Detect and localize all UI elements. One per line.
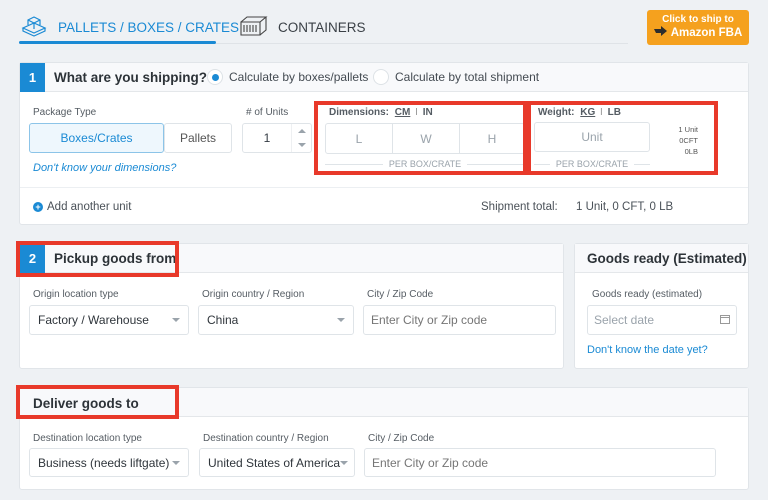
active-tab-indicator [19, 41, 216, 44]
package-type-pallets[interactable]: Pallets [164, 123, 232, 153]
decrement-icon[interactable] [297, 143, 306, 147]
dont-know-dimensions-link[interactable]: Don't know your dimensions? [33, 162, 176, 174]
pallet-boxes-icon [20, 15, 48, 40]
radio-button[interactable] [373, 69, 389, 85]
shipping-details-card: 1 What are you shipping? Calculate by bo… [19, 62, 749, 225]
dest-country-select[interactable]: United States of America [199, 448, 355, 477]
origin-type-label: Origin location type [33, 289, 119, 300]
units-label: # of Units [246, 107, 289, 118]
summary-cft: 0CFT [679, 136, 698, 145]
shipment-total-value: 1 Unit, 0 CFT, 0 LB [576, 201, 674, 213]
summary-lb: 0LB [684, 147, 698, 156]
ship-to-amazon-fba-button[interactable]: Click to ship to Amazon FBA [647, 10, 749, 45]
dest-city-input[interactable] [364, 448, 716, 477]
summary-units: 1 Unit [678, 125, 698, 134]
width-input[interactable]: W [392, 123, 460, 154]
dimensions-caption: PER BOX/CRATE [325, 159, 526, 169]
package-type-label: Package Type [33, 107, 97, 118]
height-input[interactable]: H [459, 123, 525, 154]
tab-pallets-boxes-crates[interactable]: PALLETS / BOXES / CRATES [20, 10, 239, 44]
origin-city-label: City / Zip Code [367, 289, 434, 300]
date-placeholder: Select date [594, 313, 655, 327]
chevron-down-icon [172, 318, 180, 322]
increment-icon[interactable] [297, 129, 306, 133]
unit-separator: I [415, 107, 418, 118]
origin-city-input[interactable] [363, 305, 556, 335]
arrow-icon [653, 26, 668, 39]
shipment-total-label: Shipment total: [481, 201, 558, 213]
unit-in-toggle[interactable]: IN [423, 107, 433, 118]
package-type-boxes-crates[interactable]: Boxes/Crates [29, 123, 164, 153]
pickup-card: 2 Pickup goods from Origin location type… [19, 243, 564, 369]
unit-separator: I [600, 107, 603, 118]
units-stepper[interactable] [291, 124, 311, 152]
weight-caption: PER BOX/CRATE [534, 159, 651, 169]
unit-cm-toggle[interactable]: CM [395, 107, 411, 118]
tab-label: CONTAINERS [278, 19, 366, 35]
section-title: What are you shipping? [54, 70, 208, 85]
goods-ready-date-input[interactable]: Select date [587, 305, 737, 335]
units-value: 1 [263, 131, 271, 145]
length-input[interactable]: L [325, 123, 393, 154]
chevron-down-icon [172, 460, 180, 465]
weight-label: Weight: KG I LB [538, 107, 621, 118]
unit-kg-toggle[interactable]: KG [580, 107, 595, 118]
chevron-down-icon [340, 460, 349, 465]
weight-label-text: Weight: [538, 107, 575, 118]
dest-type-select[interactable]: Business (needs liftgate) [29, 448, 189, 477]
weight-input[interactable]: Unit [534, 122, 650, 152]
goods-ready-title: Goods ready (Estimated) [587, 251, 747, 266]
step-number-1: 1 [20, 63, 45, 92]
dest-country-value: United States of America [208, 455, 341, 470]
dest-type-value: Business (needs liftgate) [38, 455, 170, 470]
origin-country-label: Origin country / Region [202, 289, 305, 300]
radio-calc-by-boxes[interactable]: Calculate by boxes/pallets [207, 69, 368, 85]
unit-lb-toggle[interactable]: LB [608, 107, 621, 118]
goods-ready-label: Goods ready (estimated) [592, 289, 703, 300]
tab-divider [216, 43, 628, 44]
calendar-icon[interactable] [720, 313, 730, 327]
dest-country-label: Destination country / Region [203, 433, 329, 444]
deliver-card: Deliver goods to Destination location ty… [19, 387, 749, 490]
radio-label: Calculate by boxes/pallets [229, 70, 369, 84]
plus-circle-icon: + [33, 202, 43, 212]
container-icon [238, 15, 268, 40]
tab-containers[interactable]: CONTAINERS [238, 10, 366, 44]
weight-summary: 1 Unit 0CFT 0LB [660, 124, 698, 157]
fba-button-line2: Amazon FBA [670, 26, 743, 39]
section-title: Pickup goods from [54, 251, 177, 266]
tab-label: PALLETS / BOXES / CRATES [58, 19, 240, 35]
row-divider [20, 187, 748, 188]
add-another-unit-link[interactable]: + Add another unit [33, 201, 131, 213]
radio-label: Calculate by total shipment [395, 70, 540, 84]
origin-country-select[interactable]: China [198, 305, 354, 335]
units-input[interactable]: 1 [242, 123, 312, 153]
radio-button[interactable] [207, 69, 223, 85]
chevron-down-icon [337, 318, 345, 322]
section-title: Deliver goods to [33, 396, 139, 411]
dest-type-label: Destination location type [33, 433, 142, 444]
step-number-2: 2 [20, 244, 45, 273]
goods-ready-card: Goods ready (Estimated) Goods ready (est… [574, 243, 749, 369]
dest-city-label: City / Zip Code [368, 433, 435, 444]
dimensions-label-text: Dimensions: [329, 107, 390, 118]
origin-country-value: China [207, 313, 239, 327]
origin-type-select[interactable]: Factory / Warehouse [29, 305, 189, 335]
dont-know-date-link[interactable]: Don't know the date yet? [587, 344, 708, 356]
origin-type-value: Factory / Warehouse [38, 313, 149, 327]
radio-selected-dot [211, 73, 219, 81]
dimensions-label: Dimensions: CM I IN [329, 107, 433, 118]
radio-calc-by-total[interactable]: Calculate by total shipment [373, 69, 539, 85]
fba-button-line1: Click to ship to [662, 14, 734, 25]
add-unit-label: Add another unit [47, 201, 132, 213]
